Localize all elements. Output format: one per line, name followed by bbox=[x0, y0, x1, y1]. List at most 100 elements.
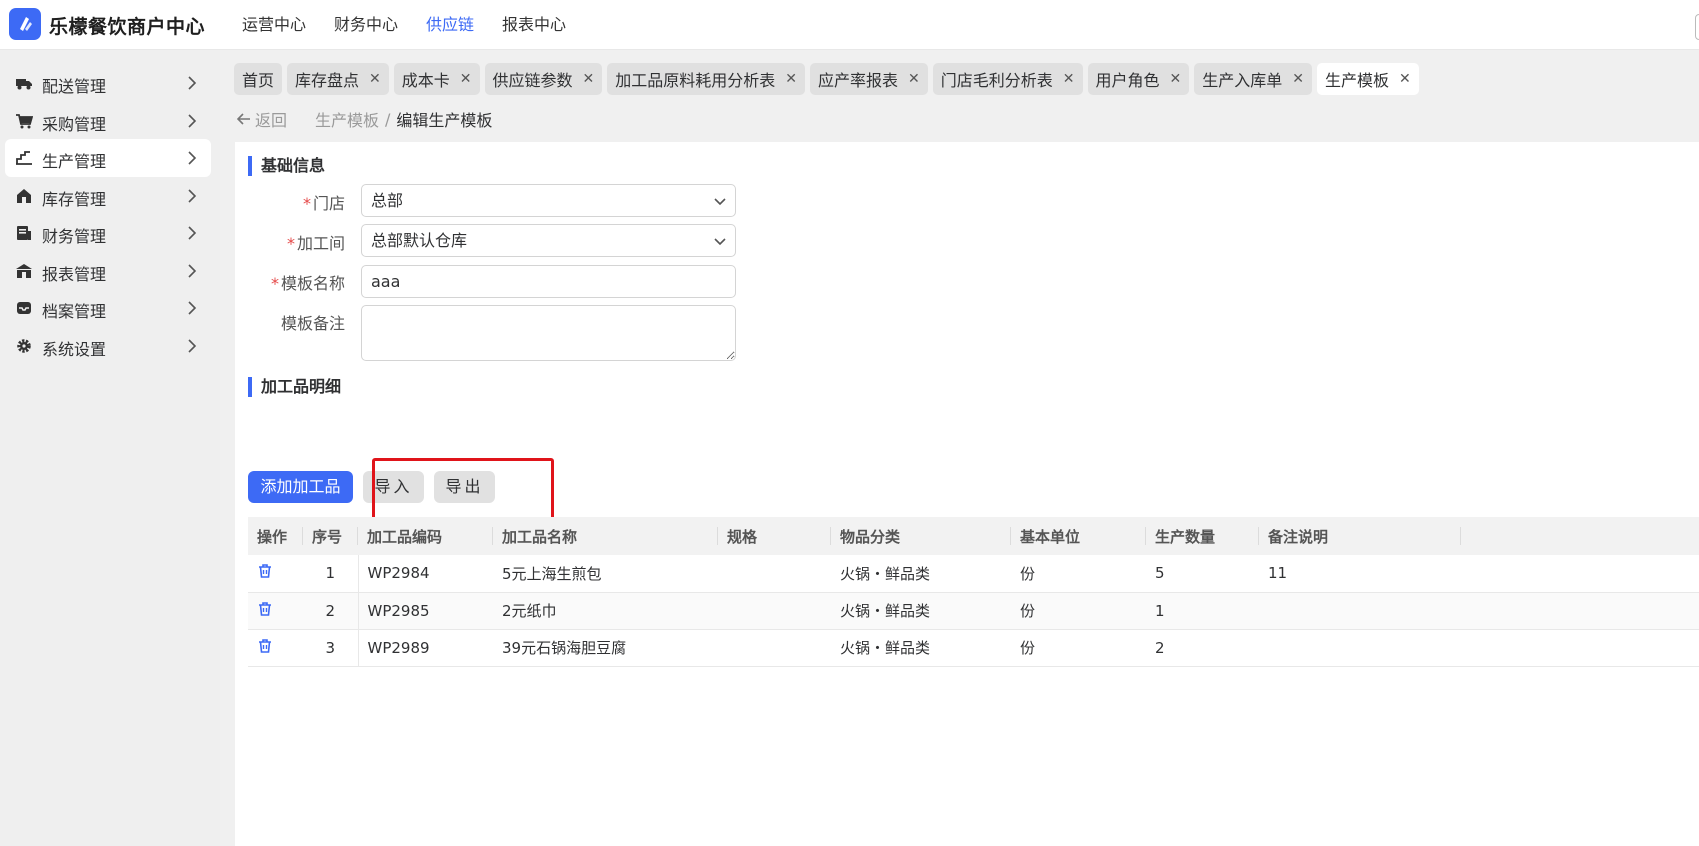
sidebar-item-delivery[interactable]: 配送管理 bbox=[5, 64, 211, 102]
cell-empty bbox=[1461, 555, 1699, 593]
template-name-label-text: 模板名称 bbox=[280, 274, 345, 293]
cell-qty[interactable]: 2 bbox=[1146, 629, 1259, 667]
cell-qty[interactable]: 1 bbox=[1146, 592, 1259, 630]
back-link[interactable]: 返回 bbox=[237, 107, 287, 131]
sidebar-item-archive[interactable]: 档案管理 bbox=[5, 289, 211, 327]
tab-stocktaking[interactable]: 库存盘点 ✕ bbox=[287, 63, 389, 95]
row-actions bbox=[248, 555, 303, 593]
close-icon[interactable]: ✕ bbox=[583, 71, 595, 87]
arrow-left-icon bbox=[237, 113, 250, 125]
breadcrumb-current: 编辑生产模板 bbox=[396, 111, 493, 130]
gear-icon bbox=[17, 339, 31, 353]
edit-panel: 基础信息 * 门店 总部 * 加工间 总部默认仓库 * 模板名称 aaa 模板备注 加… bbox=[235, 142, 1699, 846]
close-icon[interactable]: ✕ bbox=[1170, 71, 1182, 87]
close-icon[interactable]: ✕ bbox=[785, 71, 797, 87]
tab-home[interactable]: 首页 bbox=[234, 63, 283, 95]
sidebar-item-label: 采购管理 bbox=[42, 115, 107, 134]
close-icon[interactable]: ✕ bbox=[1292, 71, 1304, 87]
table-header-row: 操作 序号 加工品编码 加工品名称 规格 物品分类 基本单位 生产数量 备注说明 bbox=[248, 517, 1699, 555]
sidebar-item-settings[interactable]: 系统设置 bbox=[5, 327, 211, 365]
cell-note[interactable] bbox=[1259, 592, 1461, 630]
delete-icon[interactable] bbox=[257, 563, 273, 579]
sidebar-item-purchase[interactable]: 采购管理 bbox=[5, 102, 211, 140]
cell-spec bbox=[718, 592, 831, 630]
delete-icon[interactable] bbox=[257, 601, 273, 617]
topnav-operations[interactable]: 运营中心 bbox=[242, 0, 306, 50]
cell-note[interactable]: 11 bbox=[1259, 555, 1461, 593]
row-actions bbox=[248, 592, 303, 630]
cell-empty bbox=[1461, 629, 1699, 667]
template-name-value: aaa bbox=[371, 272, 401, 291]
sidebar-item-inventory[interactable]: 库存管理 bbox=[5, 177, 211, 215]
tab-production-template[interactable]: 生产模板 ✕ bbox=[1317, 63, 1419, 95]
tab-label: 首页 bbox=[242, 71, 275, 90]
cell-unit: 份 bbox=[1011, 629, 1146, 667]
item-table: 操作 序号 加工品编码 加工品名称 规格 物品分类 基本单位 生产数量 备注说明… bbox=[248, 517, 1699, 667]
delete-icon[interactable] bbox=[257, 638, 273, 654]
topnav-supply-chain[interactable]: 供应链 bbox=[426, 0, 474, 50]
tab-gross-margin[interactable]: 门店毛利分析表 ✕ bbox=[932, 63, 1083, 95]
breadcrumb-parent[interactable]: 生产模板 bbox=[315, 107, 379, 131]
finance-icon bbox=[17, 226, 31, 240]
col-category: 物品分类 bbox=[831, 517, 1011, 555]
top-header: 乐檬餐饮商户中心 运营中心 财务中心 供应链 报表中心 bbox=[0, 0, 1699, 50]
chevron-right-icon bbox=[188, 339, 197, 353]
close-icon[interactable]: ✕ bbox=[1063, 71, 1075, 87]
close-icon[interactable]: ✕ bbox=[908, 71, 920, 87]
cell-seq: 3 bbox=[303, 629, 359, 667]
tab-cost-card[interactable]: 成本卡 ✕ bbox=[393, 63, 480, 95]
close-icon[interactable]: ✕ bbox=[1399, 71, 1411, 87]
tab-supply-params[interactable]: 供应链参数 ✕ bbox=[484, 63, 603, 95]
chevron-right-icon bbox=[188, 301, 197, 315]
tab-label: 应产率报表 bbox=[818, 71, 899, 90]
cell-empty bbox=[1461, 592, 1699, 630]
tab-label: 生产模板 bbox=[1325, 71, 1390, 90]
section-title-detail: 加工品明细 bbox=[248, 377, 341, 397]
app-logo[interactable] bbox=[9, 8, 41, 40]
cell-seq: 2 bbox=[303, 592, 359, 630]
close-icon[interactable]: ✕ bbox=[460, 71, 472, 87]
topnav-finance[interactable]: 财务中心 bbox=[334, 0, 398, 50]
topnav-reports[interactable]: 报表中心 bbox=[502, 0, 566, 50]
store-label: * 门店 bbox=[235, 190, 345, 214]
close-icon[interactable]: ✕ bbox=[369, 71, 381, 87]
tab-user-roles[interactable]: 用户角色 ✕ bbox=[1087, 63, 1190, 95]
col-code: 加工品编码 bbox=[358, 517, 493, 555]
workshop-select[interactable]: 总部默认仓库 bbox=[361, 224, 736, 257]
template-note-textarea[interactable] bbox=[361, 305, 736, 361]
cell-code: WP2985 bbox=[358, 592, 493, 630]
tab-material-usage[interactable]: 加工品原料耗用分析表 ✕ bbox=[607, 63, 806, 95]
col-name: 加工品名称 bbox=[493, 517, 718, 555]
add-item-button[interactable]: 添加加工品 bbox=[248, 471, 353, 503]
sidebar-item-production[interactable]: 生产管理 bbox=[5, 139, 211, 177]
cell-unit: 份 bbox=[1011, 555, 1146, 593]
workshop-value: 总部默认仓库 bbox=[371, 231, 468, 250]
col-qty: 生产数量 bbox=[1146, 517, 1259, 555]
tab-label: 库存盘点 bbox=[295, 71, 360, 90]
cell-code: WP2984 bbox=[358, 555, 493, 593]
tab-label: 门店毛利分析表 bbox=[940, 71, 1053, 90]
sidebar-item-label: 系统设置 bbox=[42, 340, 107, 359]
col-empty bbox=[1461, 517, 1699, 555]
sidebar-item-reports[interactable]: 报表管理 bbox=[5, 252, 211, 290]
store-select[interactable]: 总部 bbox=[361, 184, 736, 217]
table-row: 1 WP2984 5元上海生煎包 火锅・鲜品类 份 5 11 bbox=[248, 555, 1699, 593]
template-name-input[interactable]: aaa bbox=[361, 265, 736, 298]
sidebar-item-finance[interactable]: 财务管理 bbox=[5, 214, 211, 252]
tab-yield-report[interactable]: 应产率报表 ✕ bbox=[810, 63, 928, 95]
cell-qty[interactable]: 5 bbox=[1146, 555, 1259, 593]
cell-spec bbox=[718, 629, 831, 667]
template-name-label: * 模板名称 bbox=[235, 270, 345, 294]
workshop-label-text: 加工间 bbox=[296, 234, 345, 253]
tab-production-receipt[interactable]: 生产入库单 ✕ bbox=[1194, 63, 1313, 95]
tab-label: 用户角色 bbox=[1095, 71, 1160, 90]
chevron-right-icon bbox=[188, 114, 197, 128]
highlight-box bbox=[372, 458, 554, 520]
section-title-basic: 基础信息 bbox=[248, 156, 325, 176]
main-area: 首页 库存盘点 ✕ 成本卡 ✕ 供应链参数 ✕ 加工品原料耗用分析表 ✕ 应产率报表 ✕ … bbox=[220, 50, 1699, 846]
cell-note[interactable] bbox=[1259, 629, 1461, 667]
header-edge-control[interactable] bbox=[1695, 14, 1699, 40]
breadcrumb-separator: / bbox=[385, 109, 391, 129]
table-row: 3 WP2989 39元石锅海胆豆腐 火锅・鲜品类 份 2 bbox=[248, 629, 1699, 667]
template-note-label: 模板备注 bbox=[280, 314, 345, 333]
